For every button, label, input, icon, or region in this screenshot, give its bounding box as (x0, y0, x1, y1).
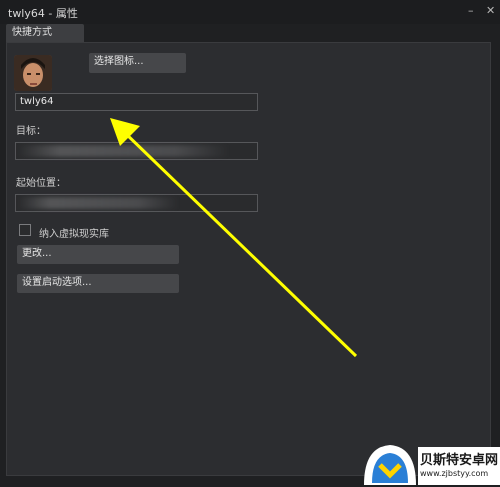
window-title: twly64 - 属性 (8, 7, 78, 20)
vr-library-checkbox[interactable] (19, 224, 31, 236)
watermark: 贝斯特安卓网 www.zjbstyy.com (360, 437, 500, 487)
watermark-url: www.zjbstyy.com (420, 469, 489, 478)
title-bar[interactable]: twly64 - 属性 – ✕ (0, 0, 500, 24)
vr-library-label: 纳入虚拟现实库 (39, 229, 109, 240)
shortcut-name-input[interactable]: twly64 (15, 93, 258, 111)
target-label: 目标： (16, 126, 46, 137)
properties-window: twly64 - 属性 – ✕ 快捷方式 选择图标... twly64 目标： … (0, 0, 500, 487)
close-icon[interactable]: ✕ (486, 4, 495, 17)
minimize-icon[interactable]: – (468, 4, 474, 17)
change-button[interactable]: 更改... (17, 245, 179, 264)
tab-shortcut[interactable]: 快捷方式 (6, 24, 84, 42)
shortcut-icon-preview (14, 55, 52, 91)
start-in-label: 起始位置： (16, 178, 66, 189)
watermark-brand: 贝斯特安卓网 (420, 453, 499, 468)
set-launch-options-button[interactable]: 设置启动选项... (17, 274, 179, 293)
redacted-target-path (18, 145, 228, 157)
avatar-face-icon (14, 55, 52, 91)
choose-icon-button[interactable]: 选择图标... (89, 53, 186, 73)
redacted-start-path (18, 197, 178, 209)
